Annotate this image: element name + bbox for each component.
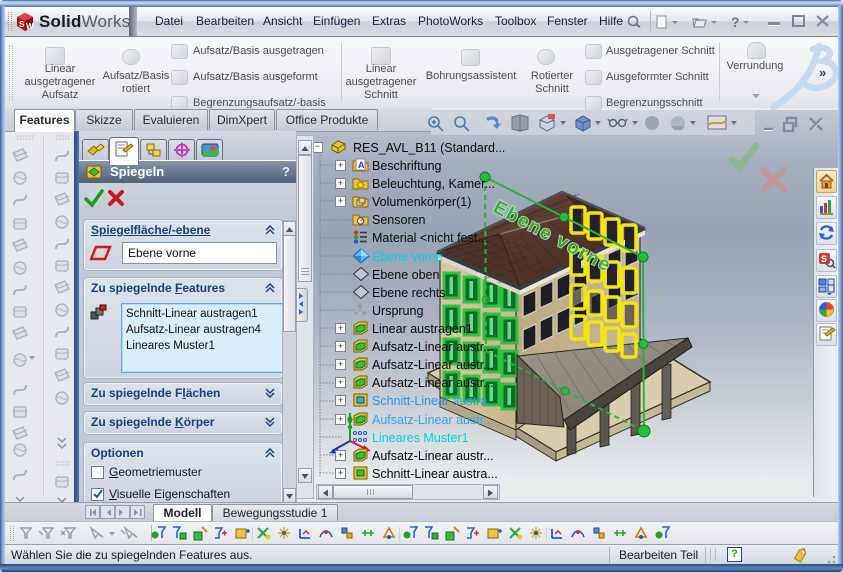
svg-text:W: W bbox=[26, 22, 34, 31]
svg-text:?: ? bbox=[731, 15, 740, 30]
svg-text:S: S bbox=[19, 20, 25, 29]
svg-text:A: A bbox=[358, 160, 365, 170]
